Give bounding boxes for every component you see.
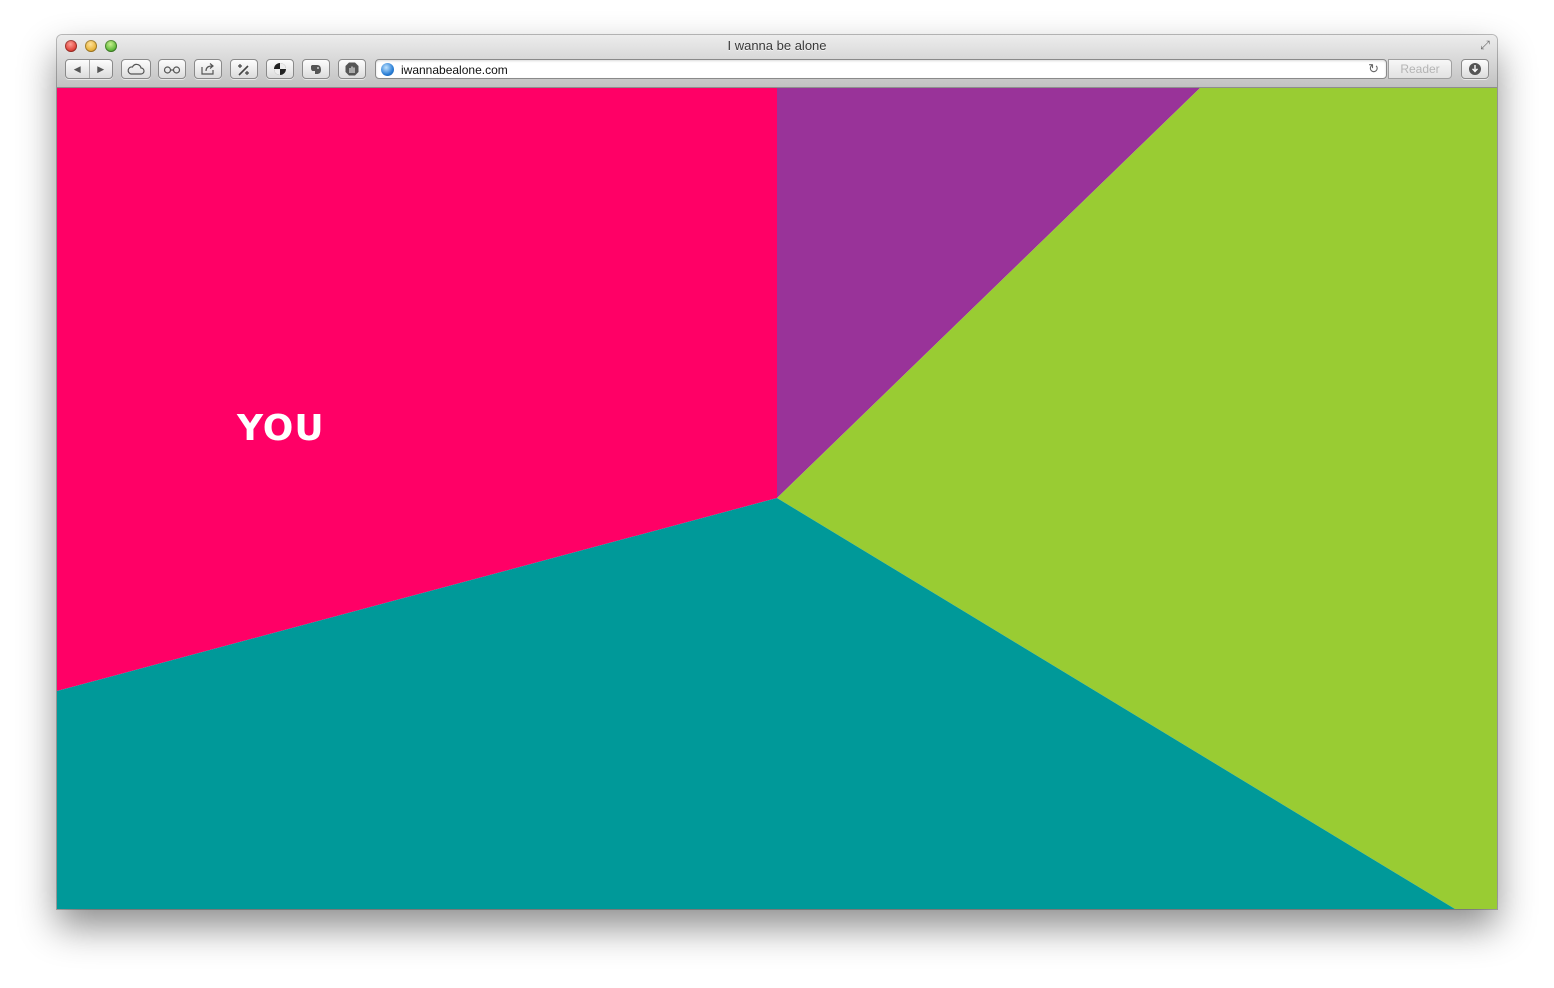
browser-window: I wanna be alone ⤢ ◀ ▶ iwannabealone.com… (57, 35, 1497, 909)
reader-button[interactable]: Reader (1388, 59, 1452, 79)
adblock-button[interactable] (338, 59, 366, 79)
reading-list-button[interactable] (158, 59, 186, 79)
extension-2-button[interactable] (266, 59, 294, 79)
aperture-icon (274, 63, 286, 75)
elephant-icon (311, 65, 321, 74)
window-title: I wanna be alone (727, 38, 827, 53)
wand-icon (238, 64, 249, 76)
color-regions-canvas (57, 88, 1497, 909)
extension-1-button[interactable] (230, 59, 258, 79)
glasses-icon (163, 66, 181, 74)
title-bar: I wanna be alone ⤢ ◀ ▶ iwannabealone.com… (57, 35, 1497, 88)
globe-icon (381, 63, 394, 76)
back-button[interactable]: ◀ (66, 64, 89, 75)
downloads-button[interactable] (1461, 59, 1489, 79)
download-icon (1469, 63, 1481, 75)
you-label: YOU (237, 408, 325, 449)
url-text[interactable]: iwannabealone.com (401, 63, 508, 77)
fullscreen-icon[interactable]: ⤢ (1478, 38, 1492, 52)
reload-icon[interactable]: ↻ (1368, 61, 1379, 77)
page-content: YOU (57, 88, 1497, 909)
cloud-icon (127, 63, 145, 75)
share-icon (201, 63, 214, 75)
stop-hand-icon (345, 62, 359, 76)
evernote-button[interactable] (302, 59, 330, 79)
icloud-tabs-button[interactable] (121, 59, 151, 79)
address-bar[interactable]: iwannabealone.com ↻ (375, 59, 1387, 79)
forward-button[interactable]: ▶ (90, 64, 113, 75)
share-button[interactable] (194, 59, 222, 79)
back-forward-group: ◀ ▶ (65, 59, 113, 79)
